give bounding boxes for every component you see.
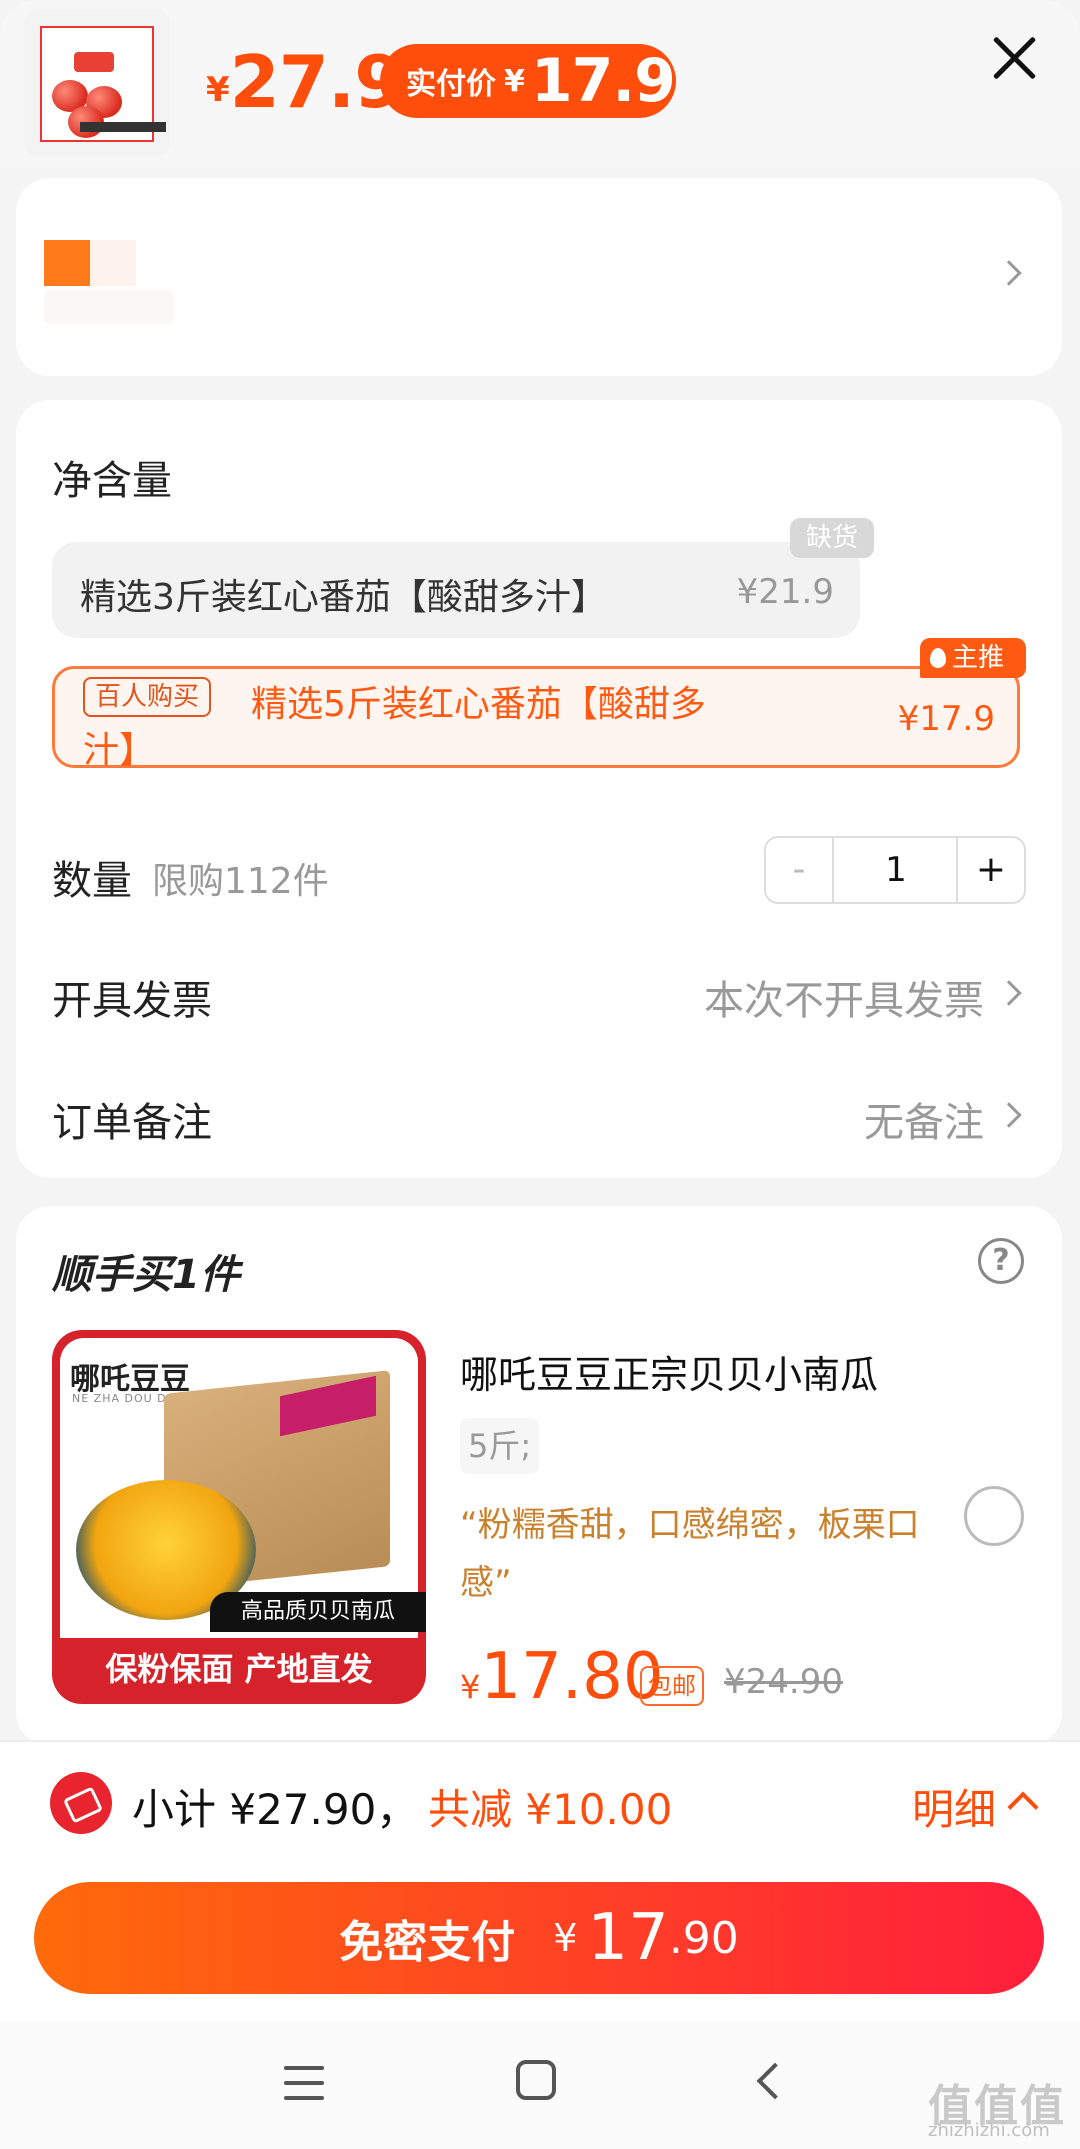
quantity-stepper: - 1 + xyxy=(764,836,1026,904)
addon-product-price: ¥17.80 xyxy=(460,1640,664,1714)
option-label-line1: 精选5斤装红心番茄【酸甜多 xyxy=(251,684,706,725)
detail-toggle[interactable]: 明细 xyxy=(912,1776,996,1837)
invoice-label: 开具发票 xyxy=(52,978,212,1024)
actual-pay-pill: 实付价 ¥ 17.9 xyxy=(380,44,676,118)
spec-option-3jin[interactable]: 精选3斤装红心番茄【酸甜多汁】 ¥21.9 xyxy=(52,542,860,638)
spec-card xyxy=(16,400,1062,1178)
sku-header: ¥27.9 实付价 ¥ 17.9 xyxy=(0,0,1080,168)
spec-option-5jin[interactable]: 百人购买 精选5斤装红心番茄【酸甜多 汁】 ¥17.9 xyxy=(52,666,1020,771)
addon-product-image[interactable]: 哪吒豆豆 NE ZHA DOU DOU 高品质贝贝南瓜 保粉保面 产地直发 xyxy=(52,1330,426,1704)
increase-button[interactable]: + xyxy=(956,838,1024,902)
home-icon[interactable] xyxy=(516,2060,556,2100)
purchase-limit: 限购112件 xyxy=(152,861,329,902)
addon-product-desc: “粉糯香甜，口感绵密，板栗口感” xyxy=(460,1505,920,1603)
discount-text: 共减 ¥10.00 xyxy=(428,1785,673,1834)
addon-title: 顺手买1件 xyxy=(52,1252,240,1298)
order-note-label: 订单备注 xyxy=(52,1100,212,1146)
option-label-line2: 汁】 xyxy=(83,730,156,771)
close-icon[interactable] xyxy=(986,30,1042,86)
invoice-value[interactable]: 本次不开具发票 xyxy=(600,968,984,1026)
flame-icon xyxy=(930,648,946,668)
location-icon xyxy=(44,240,90,286)
addon-product-spec: 5斤; xyxy=(460,1418,540,1474)
out-of-stock-badge: 缺货 xyxy=(790,518,874,558)
subtotal-text: 小计 ¥27.90， xyxy=(132,1785,419,1834)
image-quality-tag: 高品质贝贝南瓜 xyxy=(210,1592,426,1632)
address-detail-redacted xyxy=(44,290,174,324)
quantity-label: 数量 xyxy=(52,858,132,904)
free-shipping-badge: 包邮 xyxy=(640,1666,704,1706)
order-note-value[interactable]: 无备注 xyxy=(700,1090,984,1148)
address-text-redacted xyxy=(90,240,136,286)
recommended-badge: 主推 xyxy=(920,638,1026,678)
help-icon[interactable]: ? xyxy=(978,1238,1024,1284)
quantity-input[interactable]: 1 xyxy=(834,838,958,902)
watermark-url: zhizhizhi.com xyxy=(928,2120,1050,2141)
addon-select-radio[interactable] xyxy=(964,1486,1024,1546)
current-price: ¥27.9 xyxy=(206,40,404,124)
addon-product-title[interactable]: 哪吒豆豆正宗贝贝小南瓜 xyxy=(460,1344,878,1399)
popular-tag: 百人购买 xyxy=(83,677,212,717)
net-content-title: 净含量 xyxy=(52,458,172,504)
coupon-icon xyxy=(50,1772,112,1834)
original-price: ¥24.90 xyxy=(724,1662,843,1702)
option-price: ¥21.9 xyxy=(736,572,834,612)
pay-button[interactable]: 免密支付 ¥ 17.90 xyxy=(34,1882,1044,1994)
image-banner: 保粉保面 产地直发 xyxy=(105,1650,373,1688)
option-label: 精选3斤装红心番茄【酸甜多汁】 xyxy=(80,577,607,618)
option-price: ¥17.9 xyxy=(897,699,995,739)
address-card[interactable] xyxy=(16,178,1062,376)
recent-apps-icon[interactable] xyxy=(284,2066,324,2100)
product-thumbnail[interactable] xyxy=(24,10,170,156)
decrease-button[interactable]: - xyxy=(766,838,834,902)
